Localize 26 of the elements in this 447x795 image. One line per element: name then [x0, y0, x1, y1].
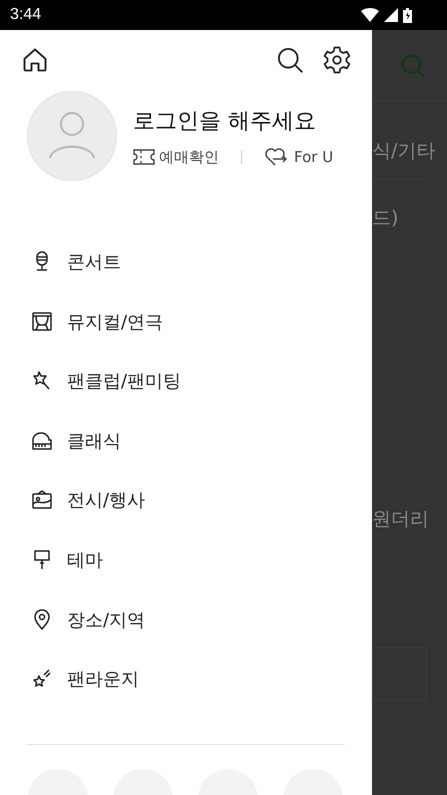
dimmed-card: [372, 647, 427, 701]
menu-item[interactable]: 뮤지컬/연극: [30, 304, 372, 339]
menu-item[interactable]: 전시/행사: [30, 483, 372, 518]
search-icon: [400, 53, 426, 79]
for-you-link[interactable]: For U: [264, 148, 334, 166]
category-text: 드): [372, 206, 400, 231]
reservation-link[interactable]: 예매확인: [133, 148, 219, 166]
category-text: 식/기타: [372, 139, 436, 164]
search-icon[interactable]: [276, 46, 304, 74]
menu-item[interactable]: 콘서트: [30, 245, 372, 279]
menu-item[interactable]: 장소/지역: [30, 602, 372, 637]
menu-item[interactable]: 팬클럽/팬미팅: [30, 364, 372, 398]
login-prompt[interactable]: 로그인을 해주세요: [133, 106, 334, 136]
menu-item[interactable]: 클래식: [30, 424, 372, 458]
wifi-icon: [361, 8, 379, 22]
signal-icon: [384, 8, 398, 22]
ticket-icon: [133, 148, 155, 166]
battery-icon: [403, 8, 412, 22]
status-time: 3:44: [10, 6, 42, 24]
stage-icon: [30, 310, 54, 334]
home-icon[interactable]: [21, 46, 49, 74]
menu-item[interactable]: 테마: [30, 542, 372, 577]
menu-item[interactable]: 팬라운지: [30, 662, 372, 696]
settings-icon[interactable]: [322, 45, 352, 75]
category-text: 원더리: [372, 507, 430, 532]
avatar-icon: [27, 91, 117, 181]
